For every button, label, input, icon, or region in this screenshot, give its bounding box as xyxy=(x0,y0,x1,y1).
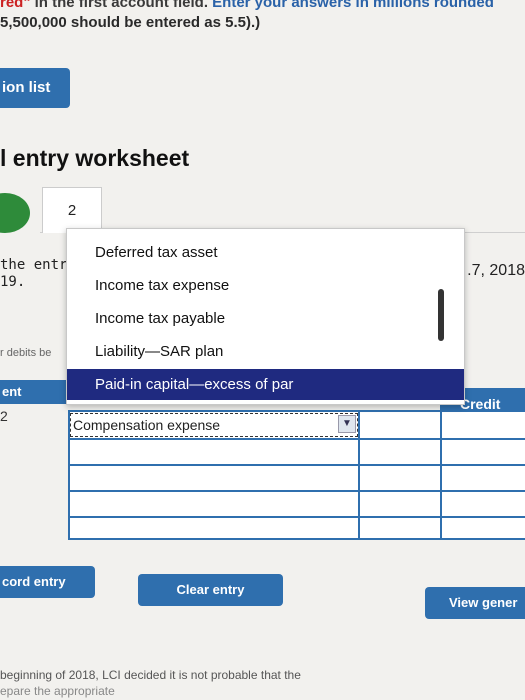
instruction-blue-fragment: Enter your answers in millions rounded xyxy=(212,0,494,11)
dropdown-option[interactable]: Income tax expense xyxy=(67,270,464,301)
view-transaction-list-button[interactable]: ion list xyxy=(0,68,70,108)
table-row xyxy=(70,490,525,518)
dropdown-option[interactable]: Liability—SAR plan xyxy=(67,336,464,367)
chevron-down-icon[interactable]: ▼ xyxy=(338,415,356,433)
footer-text-line1: beginning of 2018, LCI decided it is not… xyxy=(0,668,301,682)
footer-text-line2: epare the appropriate xyxy=(0,684,115,698)
instruction-fragment-the-entry: the entry xyxy=(0,257,76,273)
dropdown-option-selected[interactable]: Paid-in capital—excess of par xyxy=(67,369,464,400)
instruction-fragment-year: 19. xyxy=(0,274,26,290)
view-general-journal-button[interactable]: View gener xyxy=(425,587,525,619)
table-row xyxy=(70,464,525,492)
instruction-dark-fragment: in the first account field. xyxy=(30,0,213,11)
instruction-text-line1: red" in the first account field. Enter y… xyxy=(0,0,494,11)
event-column-header: ent xyxy=(0,380,68,404)
tab-1-completed-indicator[interactable] xyxy=(0,193,30,233)
row-number: 2 xyxy=(0,408,8,424)
instruction-text-line2: 5,500,000 should be entered as 5.5).) xyxy=(0,14,261,31)
dropdown-option[interactable]: Income tax payable xyxy=(67,303,464,334)
dropdown-option[interactable]: Deferred tax asset xyxy=(67,237,464,268)
table-row xyxy=(70,438,525,466)
record-entry-button[interactable]: cord entry xyxy=(0,566,95,598)
date-fragment: .7, 2018 xyxy=(467,262,525,279)
credit-column-divider xyxy=(440,412,442,538)
clear-entry-button[interactable]: Clear entry xyxy=(138,574,283,606)
tab-2[interactable]: 2 xyxy=(42,187,102,233)
account-select[interactable]: Compensation expense xyxy=(70,413,358,437)
debit-column-divider xyxy=(358,412,360,538)
instruction-red-fragment: red" xyxy=(0,0,31,11)
instruction-fragment-debits: r debits be xyxy=(0,347,52,359)
worksheet-title: l entry worksheet xyxy=(0,145,190,171)
dropdown-scrollbar[interactable] xyxy=(438,289,444,341)
account-dropdown-list: Deferred tax asset Income tax expense In… xyxy=(66,228,465,405)
